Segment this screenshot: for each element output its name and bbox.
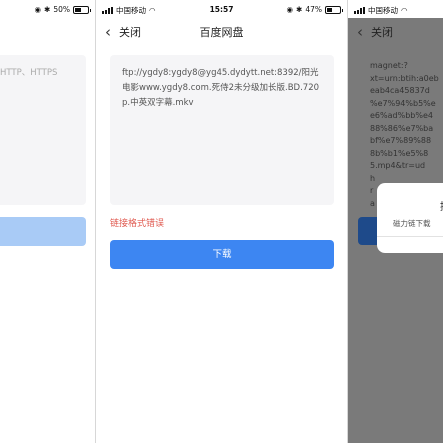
status-bar: ◉ ✱ 50% [0,0,95,18]
nav-bar: ‹ 关闭 [348,18,443,46]
link-input[interactable]: HTTP、HTTPS [0,55,86,205]
battery-icon [325,5,343,14]
close-button[interactable]: ‹ 关闭 [357,24,393,40]
center-screen: 中国移动 ◠ 15:57 ◉ ✱ 47% ‹ 关闭 百度网盘 ftp://ygd… [96,0,347,443]
page-title: 百度网盘 [199,26,244,39]
error-message: 链接格式错误 [110,219,165,229]
signal-icon [354,7,365,14]
battery-percent: 50% [53,5,70,14]
link-text: ftp://ygdy8:ygdy8@yg45.dydytt.net:8392/阳… [122,68,320,108]
chevron-left-icon: ‹ [357,23,363,41]
link-placeholder: HTTP、HTTPS [0,68,58,78]
lock-rotation-icon: ◉ [286,5,294,14]
battery-percent: 47% [305,5,322,14]
dialog-divider [377,236,443,237]
alert-dialog: 提 磁力链下载 [377,183,443,253]
download-button-disabled[interactable] [0,217,86,246]
battery-icon [73,5,91,14]
wifi-icon: ◠ [401,6,408,15]
dialog-message: 磁力链下载 [393,219,431,228]
nav-bar: ‹ 关闭 百度网盘 [96,18,347,46]
left-screen: ◉ ✱ 50% HTTP、HTTPS [0,0,95,443]
right-screen: 中国移动 ◠ ‹ 关闭 magnet:? xt=urn:btih:a0eb ea… [348,0,443,443]
link-input[interactable]: ftp://ygdy8:ygdy8@yg45.dydytt.net:8392/阳… [110,55,334,205]
download-button[interactable]: 下载 [110,240,334,269]
close-label: 关闭 [371,26,393,39]
status-bar: 中国移动 ◠ 15:57 ◉ ✱ 47% [96,0,347,18]
status-bar: 中国移动 ◠ [348,0,443,18]
lock-rotation-icon: ◉ [34,5,42,14]
bluetooth-icon: ✱ [44,5,51,14]
carrier-label: 中国移动 [368,6,398,15]
bluetooth-icon: ✱ [296,5,303,14]
